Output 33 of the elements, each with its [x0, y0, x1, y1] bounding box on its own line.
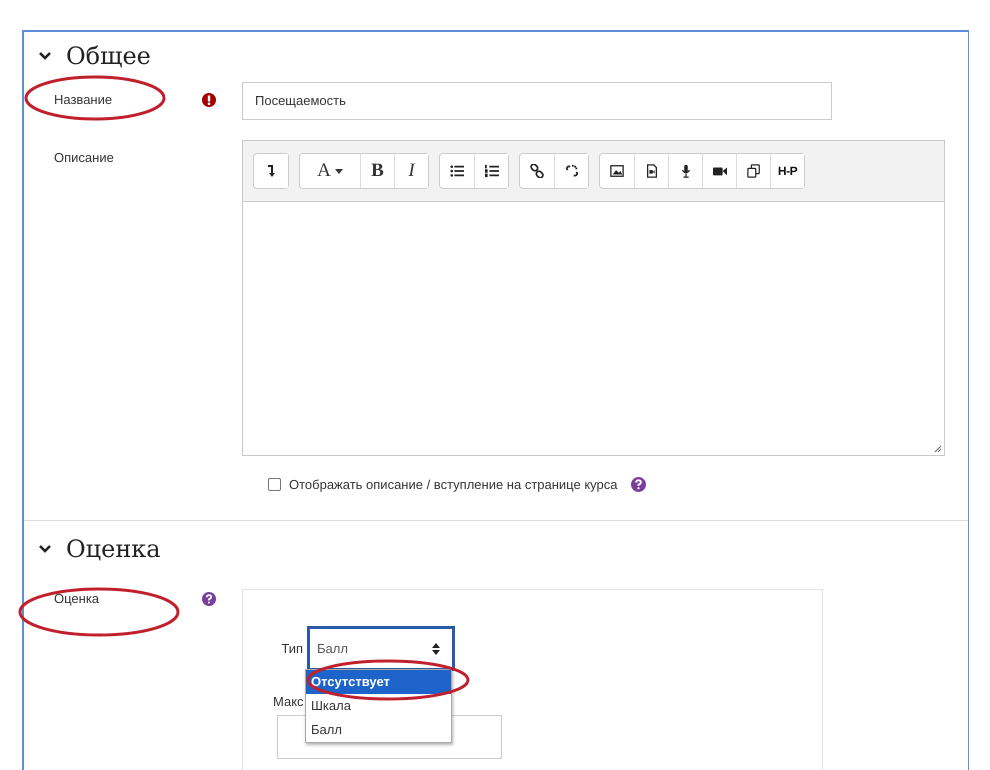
dropdown-option[interactable]: Балл — [306, 718, 451, 742]
text-editor[interactable]: A B I H-P — [242, 140, 945, 456]
copy-icon — [746, 164, 760, 178]
caret-icon — [334, 168, 343, 174]
name-input-field[interactable]: Посещаемость — [242, 82, 832, 120]
file-icon — [644, 164, 658, 178]
field-label: Описание — [54, 149, 114, 167]
field-label: Оценка — [54, 590, 100, 608]
chevron-down-icon[interactable] — [38, 544, 52, 554]
h5p-button[interactable]: H-P — [770, 154, 804, 188]
link-icon — [530, 164, 544, 178]
type-label: Тип — [280, 641, 304, 656]
italic-button[interactable]: I — [394, 154, 428, 188]
resize-grip-icon[interactable] — [934, 445, 942, 453]
help-icon[interactable] — [631, 477, 646, 492]
bullet-list-icon — [450, 164, 464, 178]
section-title: Общее — [66, 42, 151, 70]
checkbox-label[interactable]: Отображать описание / вступление на странице курса — [289, 477, 618, 492]
numbered-list-icon — [484, 164, 498, 178]
broken-link-icon — [564, 164, 578, 178]
max-label: Макс — [273, 694, 304, 709]
dropdown-option[interactable]: Отсутствует — [306, 670, 451, 694]
help-icon[interactable] — [202, 592, 216, 606]
ol-button[interactable] — [474, 154, 508, 188]
section-title: Оценка — [66, 535, 161, 563]
dropdown-option[interactable]: Шкала — [306, 694, 451, 718]
up-down-arrows-icon — [432, 642, 440, 654]
image-icon — [610, 164, 624, 178]
chevron-down-icon[interactable] — [38, 51, 52, 61]
checkbox[interactable] — [268, 478, 281, 491]
field-label: Название — [54, 91, 112, 109]
required-icon — [202, 93, 216, 107]
unlink-button[interactable] — [554, 154, 588, 188]
